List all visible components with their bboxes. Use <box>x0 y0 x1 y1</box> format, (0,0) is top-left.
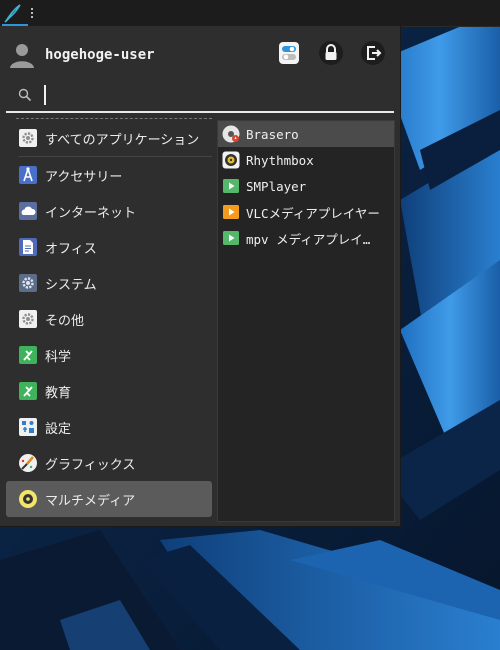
category-graphics[interactable]: グラフィックス <box>6 445 212 481</box>
category-label: 科学 <box>45 349 72 365</box>
session-actions <box>260 40 386 66</box>
category-science[interactable]: 科学 <box>6 337 212 373</box>
category-all-apps[interactable]: すべてのアプリケーション <box>6 120 212 156</box>
application-menu: hogehoge-user すべてのアプリケーション アクセサリー インターネッ… <box>0 26 401 527</box>
category-label: マルチメディア <box>45 493 136 509</box>
multimedia-icon <box>18 489 38 509</box>
lock-icon <box>319 41 343 65</box>
settings-toggle-icon <box>279 42 299 64</box>
system-icon <box>18 273 38 293</box>
app-label: SMPlayer <box>246 178 307 194</box>
category-label: すべてのアプリケーション <box>45 132 200 148</box>
user-header: hogehoge-user <box>8 40 155 70</box>
category-internet[interactable]: インターネット <box>6 193 212 229</box>
internet-icon <box>18 201 38 221</box>
category-system[interactable]: システム <box>6 265 212 301</box>
category-label: 教育 <box>45 385 72 401</box>
category-divider <box>16 118 212 119</box>
category-multimedia[interactable]: マルチメディア <box>6 481 212 517</box>
accessories-icon <box>18 165 38 185</box>
text-cursor <box>44 85 46 105</box>
category-other[interactable]: その他 <box>6 301 212 337</box>
app-smplayer[interactable]: SMPlayer <box>218 173 394 199</box>
user-avatar-icon <box>8 41 36 69</box>
education-icon <box>18 381 38 401</box>
lock-button[interactable] <box>318 40 344 66</box>
panel-handle-icon[interactable] <box>31 8 35 18</box>
whisker-menu-icon <box>4 4 21 23</box>
app-rhythmbox[interactable]: Rhythmbox <box>218 147 394 173</box>
app-label: VLCメディアプレイヤー <box>246 205 380 221</box>
logout-icon <box>361 41 385 65</box>
top-panel <box>0 0 500 27</box>
rhythmbox-icon <box>222 151 240 169</box>
search-input[interactable] <box>38 84 382 108</box>
category-label: システム <box>45 277 97 293</box>
all-apps-icon <box>18 128 38 148</box>
logout-button[interactable] <box>360 40 386 66</box>
science-icon <box>18 345 38 365</box>
app-brasero[interactable]: Brasero <box>218 121 394 147</box>
category-label: インターネット <box>45 205 137 221</box>
category-list: すべてのアプリケーション アクセサリー インターネット オフィス システム その… <box>6 120 212 517</box>
username: hogehoge-user <box>45 47 155 63</box>
app-label: mpv メディアプレイ… <box>246 231 371 247</box>
brasero-icon <box>222 125 240 143</box>
category-education[interactable]: 教育 <box>6 373 212 409</box>
category-settings[interactable]: 設定 <box>6 409 212 445</box>
office-icon <box>18 237 38 257</box>
category-label: その他 <box>45 313 85 329</box>
category-office[interactable]: オフィス <box>6 229 212 265</box>
category-label: グラフィックス <box>45 457 136 473</box>
search-box[interactable] <box>6 81 394 113</box>
smplayer-icon <box>222 177 240 195</box>
vlc-icon <box>222 203 240 221</box>
app-label: Rhythmbox <box>246 152 314 168</box>
settings-icon <box>18 417 38 437</box>
graphics-icon <box>18 453 38 473</box>
app-vlc[interactable]: VLCメディアプレイヤー <box>218 199 394 225</box>
settings-toggle-button[interactable] <box>276 40 302 66</box>
category-label: 設定 <box>45 421 72 437</box>
app-label: Brasero <box>246 126 299 142</box>
app-mpv[interactable]: mpv メディアプレイ… <box>218 225 394 251</box>
category-accessories[interactable]: アクセサリー <box>6 157 212 193</box>
category-label: アクセサリー <box>45 169 123 185</box>
mpv-icon <box>222 229 240 247</box>
search-icon <box>18 88 32 102</box>
whisker-menu-button[interactable] <box>0 0 30 26</box>
other-icon <box>18 309 38 329</box>
category-label: オフィス <box>45 241 97 257</box>
application-list: Brasero Rhythmbox SMPlayer VLCメディアプレイヤー … <box>217 120 395 522</box>
